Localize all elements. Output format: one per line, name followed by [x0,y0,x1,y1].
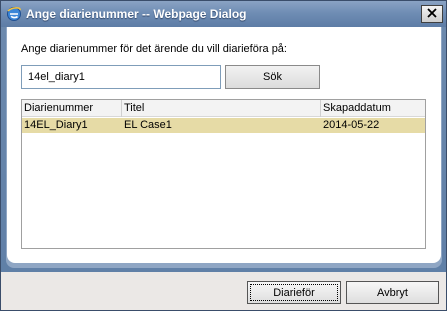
prompt-label: Ange diarienummer för det ärende du vill… [21,43,287,55]
close-icon [427,7,437,21]
dialog-frame: Ange diarienummer för det ärende du vill… [6,27,442,268]
diariefor-button[interactable]: Diarieför [247,281,341,304]
cell-diarienummer: 14EL_Diary1 [24,119,88,131]
results-header: Diarienummer Titel Skapaddatum [22,100,425,117]
button-bar: Diarieför Avbryt [1,272,446,310]
results-table: Diarienummer Titel Skapaddatum 14EL_Diar… [21,99,426,249]
column-header-titel[interactable]: Titel [122,100,321,117]
search-button[interactable]: Sök [225,65,320,89]
column-header-skapaddatum[interactable]: Skapaddatum [321,100,425,117]
table-row[interactable]: 14EL_Diary1 EL Case1 2014-05-22 [22,118,425,133]
window-title: Ange diarienummer -- Webpage Dialog [26,7,247,21]
ie-icon [6,6,22,22]
close-button[interactable] [421,5,443,23]
column-header-diarienummer[interactable]: Diarienummer [22,100,122,117]
cancel-button[interactable]: Avbryt [346,281,439,304]
dialog-content: Ange diarienummer för det ärende du vill… [7,27,441,263]
dialog-window: Ange diarienummer -- Webpage Dialog Ange… [0,0,447,311]
cell-titel: EL Case1 [124,119,172,131]
title-bar[interactable]: Ange diarienummer -- Webpage Dialog [1,1,446,27]
cell-skapaddatum: 2014-05-22 [323,119,380,131]
search-input[interactable] [21,65,221,89]
